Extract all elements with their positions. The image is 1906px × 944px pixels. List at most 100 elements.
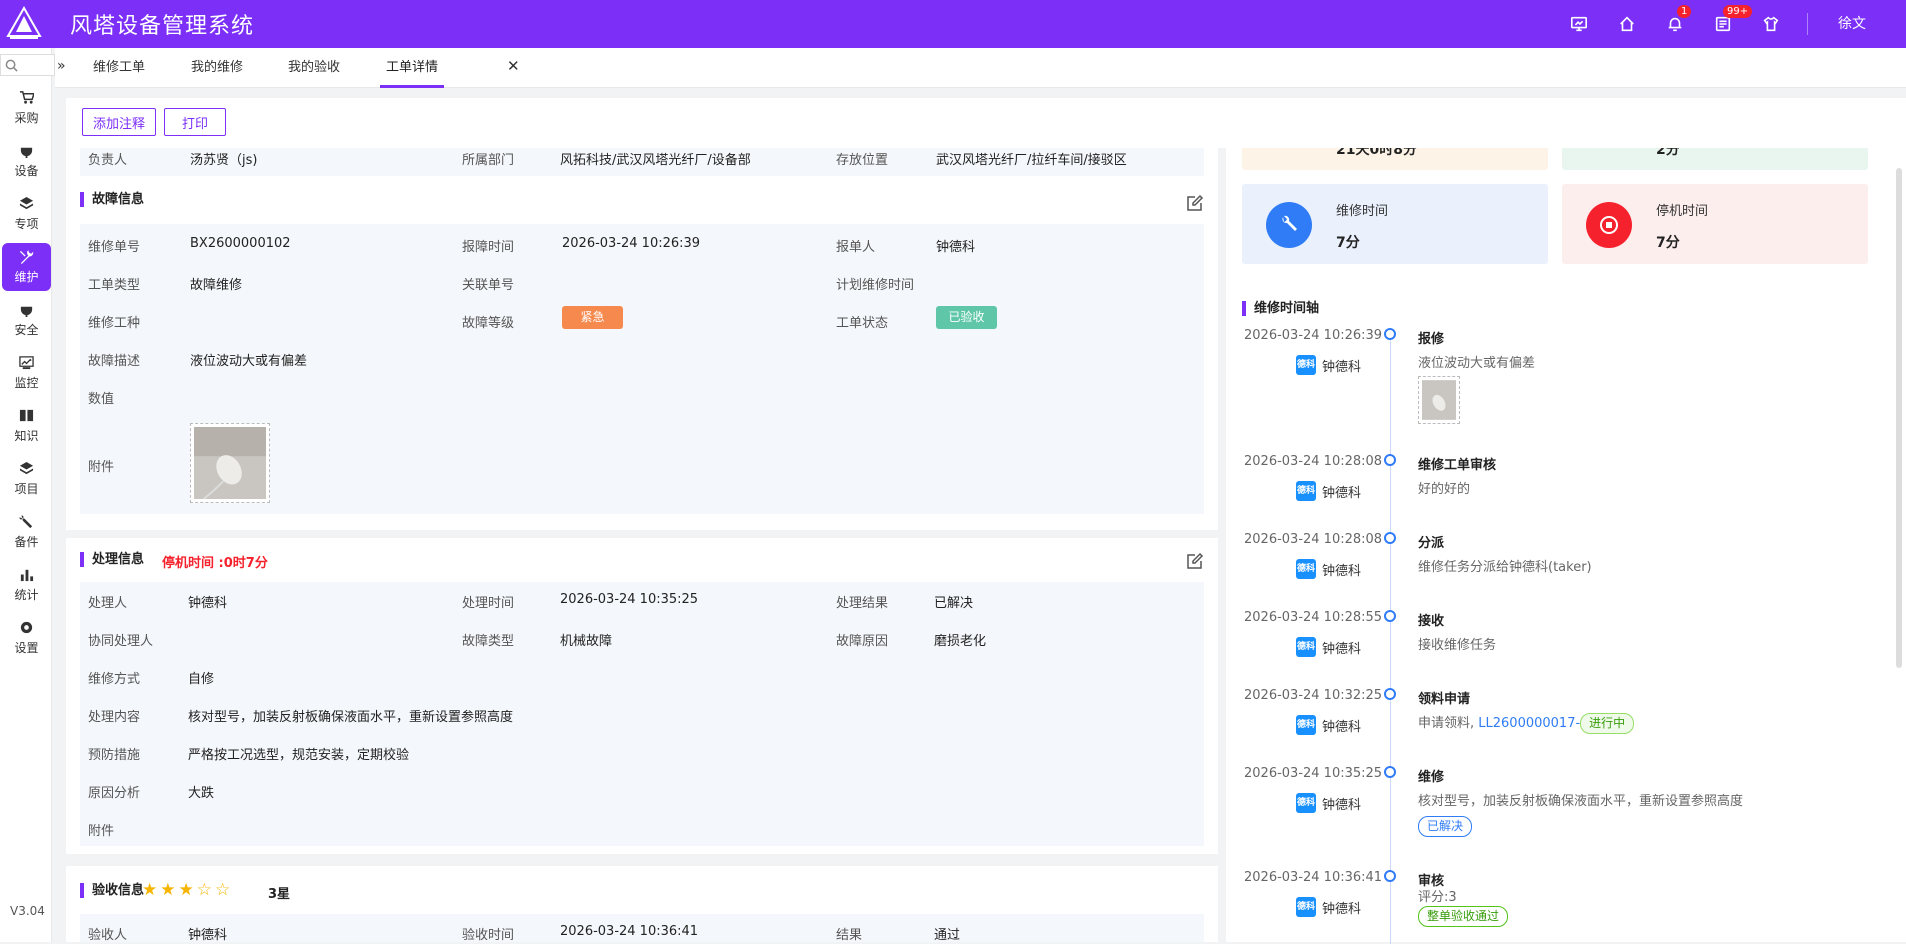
timeline-dot (1384, 766, 1396, 778)
handler-value: 钟德科 (188, 596, 228, 611)
timeline-line (1390, 334, 1391, 944)
process-card: 处理信息 停机时间 :0时7分 处理人 钟德科 处理时间 2026-03-24 … (66, 538, 1218, 854)
sidebar-search-input[interactable] (0, 54, 55, 76)
reporter-value: 钟德科 (936, 240, 976, 255)
timeline-dot (1384, 870, 1396, 882)
star-icon: ☆ (215, 880, 231, 900)
fault-section-title: 故障信息 (80, 192, 144, 207)
material-request-link[interactable]: LL2600000017- (1478, 716, 1580, 731)
avatar: 德科 (1296, 481, 1316, 501)
top-bar: 风塔设备管理系统 1 99+ 徐文 (0, 0, 1906, 48)
acceptance-section-title: 验收信息 (80, 883, 144, 898)
downtime-text: 停机时间 :0时7分 (162, 556, 268, 571)
downtime-card: 停机时间 7分 (1562, 184, 1868, 264)
dept-value: 风拓科技/武汉风塔光纤厂/设备部 (560, 153, 751, 168)
plug-icon (20, 302, 33, 317)
attachment-thumbnail[interactable] (190, 423, 270, 503)
edit-icon[interactable] (1186, 552, 1204, 570)
avatar: 德科 (1296, 355, 1316, 375)
sidebar-item-spare-parts[interactable]: 备件 (2, 508, 51, 556)
star-icon: ★ (142, 880, 158, 900)
sidebar-item-purchase[interactable]: 采购 (2, 84, 51, 132)
bar-chart-icon (20, 569, 34, 582)
location-value: 武汉风塔光纤厂/拉纤车间/接驳区 (936, 153, 1127, 168)
right-panel: 21天0时8分 2分 维修时间 7分 停机时间 7分 维修时间轴 2026-03… (1226, 134, 1906, 944)
status-pill: 整单验收通过 (1418, 906, 1509, 927)
prevent-value: 严格按工况选型，规范安装，定期校验 (188, 748, 410, 763)
app-title: 风塔设备管理系统 (70, 14, 255, 39)
timeline-dot (1384, 532, 1396, 544)
status-pill: 已解决 (1418, 816, 1473, 837)
scrollbar[interactable] (1896, 168, 1902, 668)
process-result-value: 已解决 (934, 596, 974, 611)
tab-order-detail[interactable]: 工单详情 (379, 48, 445, 88)
repair-time-value: 7分 (1336, 235, 1360, 251)
owner-value: 汤苏贤（js) (190, 153, 258, 168)
sidebar-item-equipment[interactable]: 设备 (2, 137, 51, 185)
acceptance-card: 验收信息 ★ ★ ★ ☆ ☆ 3星 验收人 钟德科 验收时间 2026-03-2… (66, 866, 1218, 943)
timeline-dot (1384, 610, 1396, 622)
fault-desc-value: 液位波动大或有偏差 (190, 354, 308, 369)
bell-icon[interactable]: 1 (1651, 0, 1699, 48)
plug-icon (20, 143, 33, 158)
chart-icon (19, 356, 34, 370)
avatar: 德科 (1296, 897, 1316, 917)
fault-reason-value: 磨损老化 (934, 634, 987, 649)
tab-my-acceptance[interactable]: 我的验收 (288, 48, 340, 88)
close-icon[interactable]: ✕ (507, 57, 520, 75)
method-value: 自修 (188, 672, 215, 687)
tab-my-repairs[interactable]: 我的维修 (191, 48, 243, 88)
timeline-attachment-thumbnail[interactable] (1418, 376, 1460, 424)
sidebar-item-monitor[interactable]: 监控 (2, 349, 51, 397)
wrench-icon (1266, 202, 1312, 248)
wrench-icon (19, 514, 33, 529)
process-section-title: 处理信息 (80, 552, 144, 567)
timeline-dot (1384, 454, 1396, 466)
tools-icon (19, 249, 34, 264)
star-icon: ☆ (196, 880, 212, 900)
urgency-tag: 紧急 (562, 306, 623, 329)
order-type-value: 故障维修 (190, 278, 243, 293)
expand-icon[interactable]: » (57, 58, 66, 74)
notification-badge: 1 (1677, 5, 1692, 18)
toolbar: 添加注释 打印 (66, 98, 1906, 148)
add-annotation-button[interactable]: 添加注释 (82, 108, 156, 136)
sidebar-item-statistics[interactable]: 统计 (2, 561, 51, 609)
edit-icon[interactable] (1186, 194, 1204, 212)
fault-info-grid: 维修单号 BX2600000102 报障时间 2026-03-24 10:26:… (80, 224, 1204, 514)
fault-type-value: 机械故障 (560, 634, 613, 649)
process-time-value: 2026-03-24 10:35:25 (560, 592, 699, 607)
status-pill: 进行中 (1580, 713, 1635, 734)
sidebar-item-safety[interactable]: 安全 (2, 296, 51, 344)
timeline-dot (1384, 328, 1396, 340)
process-info-grid: 处理人 钟德科 处理时间 2026-03-24 10:35:25 处理结果 已解… (80, 582, 1204, 846)
repair-time-card: 维修时间 7分 (1242, 184, 1548, 264)
app-version: V3.04 (10, 904, 45, 918)
content-value: 核对型号，加装反射板确保液面水平，重新设置参照高度 (188, 710, 514, 725)
sidebar-item-maintenance[interactable]: 维护 (2, 243, 51, 291)
sidebar-item-project[interactable]: 项目 (2, 455, 51, 503)
sidebar-item-special[interactable]: 专项 (2, 190, 51, 238)
avatar: 德科 (1296, 715, 1316, 735)
avatar: 德科 (1296, 793, 1316, 813)
order-no-value: BX2600000102 (190, 236, 291, 251)
user-name[interactable]: 徐文 (1807, 13, 1906, 35)
sidebar-item-settings[interactable]: 设置 (2, 614, 51, 662)
downtime-value: 7分 (1656, 235, 1680, 251)
rating-stars: ★ ★ ★ ☆ ☆ (142, 882, 233, 899)
status-tag: 已验收 (936, 306, 997, 329)
print-button[interactable]: 打印 (164, 108, 226, 136)
report-time-value: 2026-03-24 10:26:39 (562, 236, 701, 251)
monitor-icon[interactable] (1555, 0, 1603, 48)
sidebar-item-knowledge[interactable]: 知识 (2, 402, 51, 450)
cart-icon (19, 91, 34, 104)
timeline-title: 维修时间轴 (1242, 301, 1319, 316)
tab-bar: » 维修工单 我的维修 我的验收 工单详情 ✕ (55, 48, 1906, 88)
shirt-icon[interactable] (1747, 0, 1795, 48)
message-icon[interactable]: 99+ (1699, 0, 1753, 48)
home-icon[interactable] (1603, 0, 1651, 48)
tab-repair-orders[interactable]: 维修工单 (93, 48, 145, 88)
layers-icon (19, 196, 34, 210)
book-icon (19, 409, 34, 422)
avatar: 德科 (1296, 559, 1316, 579)
